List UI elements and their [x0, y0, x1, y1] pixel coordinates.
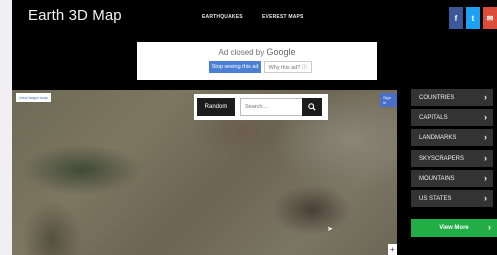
view-more-label: View More	[439, 225, 469, 231]
chevron-right-icon: ›	[484, 153, 487, 163]
sign-in-button[interactable]: Sign in	[380, 93, 397, 107]
search-icon	[308, 103, 316, 111]
why-this-ad-button[interactable]: Why this ad? ⓘ	[264, 61, 312, 73]
chevron-right-icon: ›	[488, 222, 491, 232]
sidebar-item-capitals[interactable]: CAPITALS ›	[411, 109, 493, 126]
facebook-icon[interactable]: f	[449, 7, 463, 29]
cursor-icon: ➤	[327, 226, 333, 233]
twitter-icon[interactable]: t	[466, 7, 480, 29]
sidebar-item-mountains[interactable]: MOUNTAINS ›	[411, 170, 493, 187]
nav-everest-maps[interactable]: EVEREST MAPS	[262, 14, 304, 20]
mail-icon-glyph: ✉	[486, 13, 494, 23]
search-input[interactable]	[240, 98, 306, 116]
random-button[interactable]: Random	[197, 98, 235, 116]
view-more-button[interactable]: View More ›	[411, 219, 497, 237]
sidebar-item-label: COUNTRIES	[419, 94, 455, 101]
chevron-right-icon: ›	[484, 92, 487, 102]
search-panel: Random	[194, 94, 328, 120]
sidebar-item-us-states[interactable]: US STATES ›	[411, 190, 493, 207]
site-title[interactable]: Earth 3D Map	[28, 7, 122, 24]
stop-seeing-ad-button[interactable]: Stop seeing this ad	[209, 61, 261, 73]
sidebar-item-skyscrapers[interactable]: SKYSCRAPERS ›	[411, 150, 493, 167]
twitter-icon-glyph: t	[471, 13, 475, 23]
chevron-right-icon: ›	[484, 112, 487, 122]
ad-panel: Ad closed by Google Stop seeing this ad …	[137, 42, 377, 80]
nav-earthquakes[interactable]: EARTHQUAKES	[202, 14, 243, 20]
sidebar-item-label: CAPITALS	[419, 114, 448, 121]
sidebar-item-label: SKYSCRAPERS	[419, 155, 465, 162]
google-logo: Google	[266, 47, 296, 57]
chevron-right-icon: ›	[484, 132, 487, 142]
facebook-icon-glyph: f	[454, 13, 458, 23]
view-larger-map-link[interactable]: View larger map	[16, 93, 51, 102]
sidebar-item-label: MOUNTAINS	[419, 175, 455, 182]
chevron-right-icon: ›	[484, 193, 487, 203]
ad-closed-label: Ad closed by	[218, 48, 265, 57]
sidebar-item-label: LANDMARKS	[419, 134, 457, 141]
ad-closed-text: Ad closed by Google	[137, 47, 377, 57]
sidebar-item-label: US STATES	[419, 195, 452, 202]
sidebar-item-countries[interactable]: COUNTRIES ›	[411, 89, 493, 106]
page: Earth 3D Map EARTHQUAKES EVEREST MAPS f …	[12, 0, 497, 255]
sidebar-item-landmarks[interactable]: LANDMARKS ›	[411, 129, 493, 146]
zoom-in-button[interactable]: +	[388, 244, 397, 255]
search-button[interactable]	[302, 98, 322, 116]
mail-icon[interactable]: ✉	[483, 7, 497, 29]
chevron-right-icon: ›	[484, 173, 487, 183]
satellite-map[interactable]: View larger map Sign in Random ➤ +	[12, 90, 397, 255]
